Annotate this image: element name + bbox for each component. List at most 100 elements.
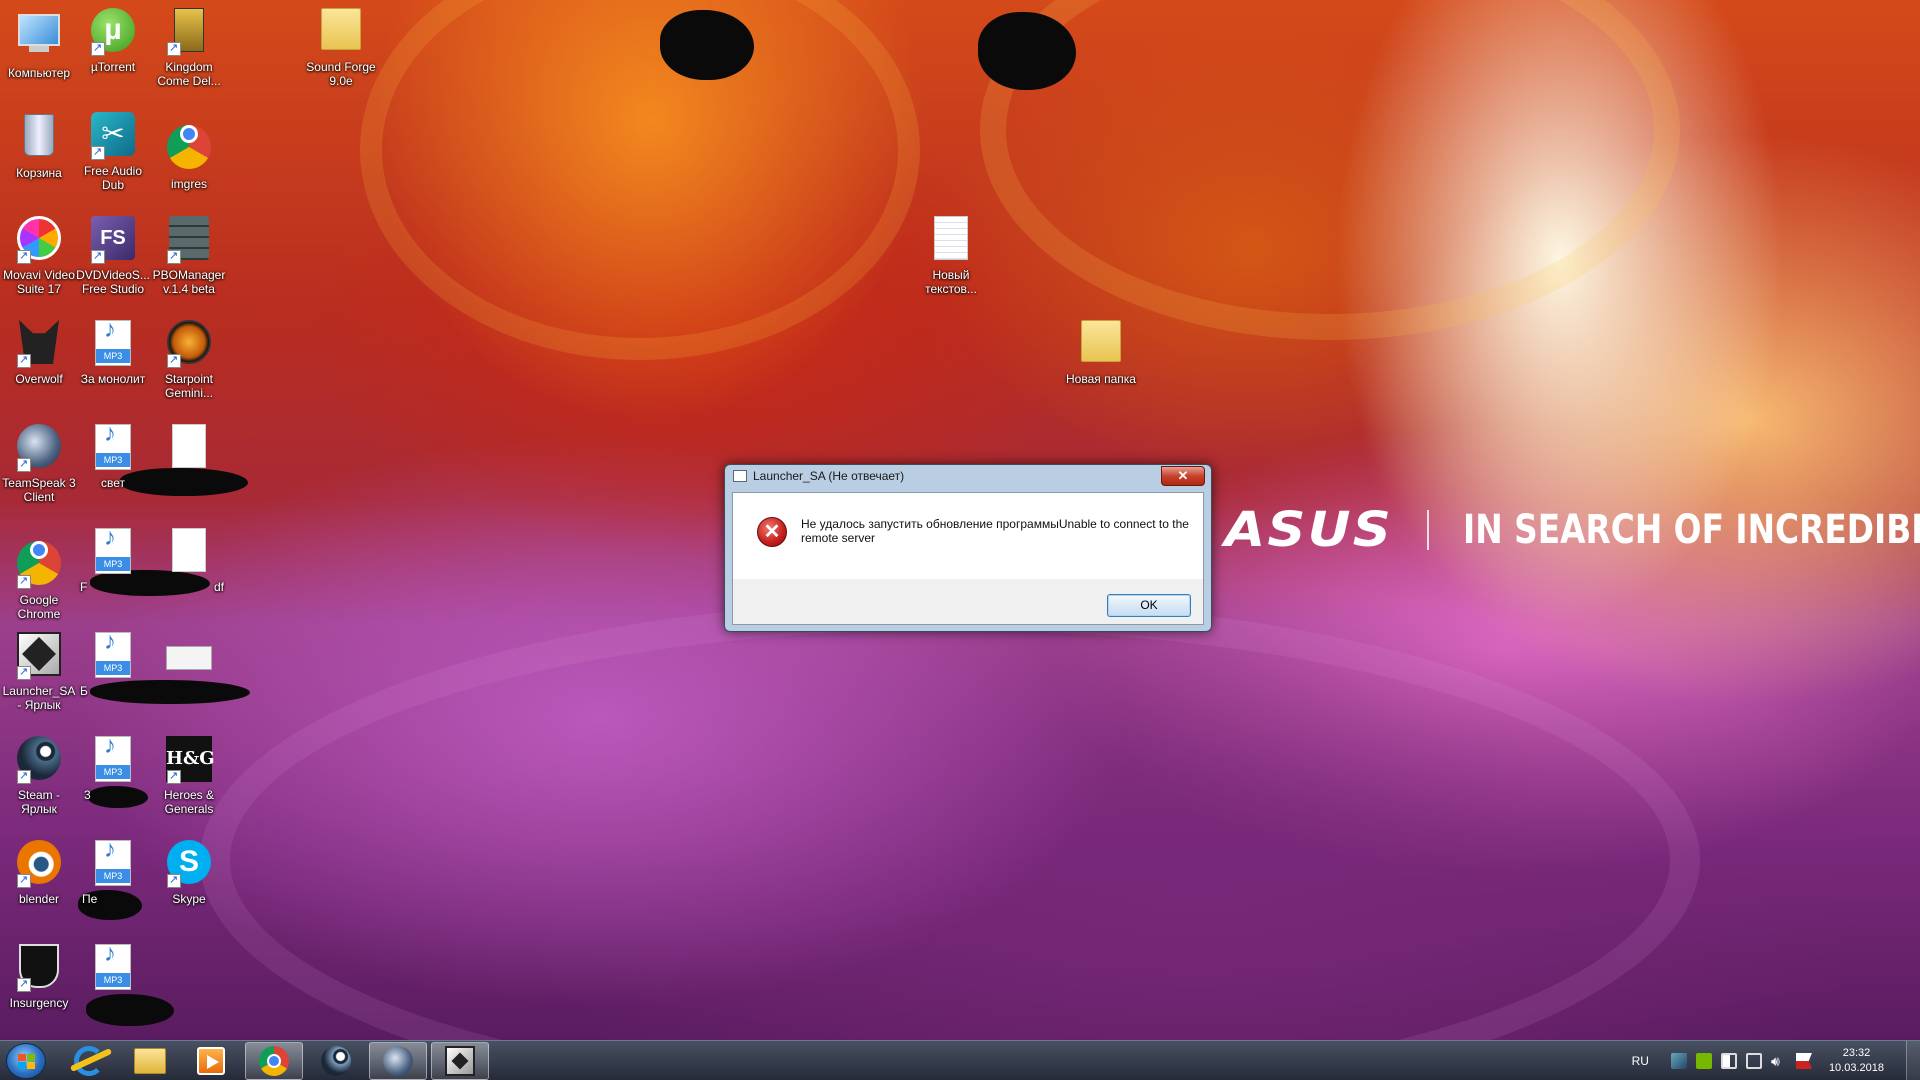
- desktop-icon-sound-forge[interactable]: Sound Forge 9.0e: [302, 8, 380, 88]
- dialog-message: Не удалось запустить обновление программ…: [801, 517, 1189, 545]
- mp3-file-icon: ♪ MP3: [89, 422, 137, 472]
- desktop-icon-mp3-file[interactable]: ♪ MP3 Б: [74, 630, 152, 698]
- action-center-flag-icon[interactable]: [1795, 1053, 1812, 1069]
- desktop-icon-skype[interactable]: S Skype: [150, 840, 228, 906]
- overwolf-icon: [15, 320, 63, 368]
- desktop-icon-imgres[interactable]: imgres: [150, 112, 228, 191]
- brand-separator: [1427, 510, 1430, 550]
- desktop-icon-free-audio-dub[interactable]: ✂ Free Audio Dub: [74, 112, 152, 192]
- taskbar-media-player[interactable]: [182, 1042, 240, 1080]
- taskbar-chrome[interactable]: [245, 1042, 303, 1080]
- document-icon: [165, 528, 213, 576]
- icon-label: Steam - Ярлык: [17, 788, 60, 816]
- icon-label: Skype: [172, 892, 206, 906]
- steam-icon: [321, 1046, 351, 1076]
- desktop-icon-computer[interactable]: Компьютер: [0, 8, 78, 80]
- folder-icon: [134, 1048, 166, 1074]
- icon-label: df: [213, 580, 224, 594]
- volume-icon[interactable]: 🔊︎: [1771, 1053, 1787, 1069]
- desktop-icon-mp3-file[interactable]: ♪ MP3 За монолит: [74, 318, 152, 387]
- desktop-icon-mp3-file[interactable]: ♪ MP3 Пе: [74, 838, 152, 906]
- desktop-icon-pdf-document[interactable]: df: [150, 528, 228, 594]
- shortcut-arrow-icon: [167, 873, 181, 888]
- clock-date: 10.03.2018: [1828, 1062, 1884, 1074]
- chrome-icon: [165, 125, 213, 173]
- clock[interactable]: 23:32 10.03.2018: [1829, 1046, 1884, 1076]
- icon-label: Overwolf: [15, 372, 63, 386]
- icon-label: blender: [18, 892, 60, 906]
- desktop-icon-file[interactable]: [150, 632, 228, 698]
- desktop-icon-blender[interactable]: blender: [0, 840, 78, 906]
- document-icon: [165, 424, 213, 472]
- chrome-icon: [259, 1046, 289, 1076]
- desktop-icon-google-chrome[interactable]: Google Chrome: [0, 528, 78, 621]
- icon-label: Heroes & Generals: [163, 788, 215, 816]
- close-button[interactable]: ✕: [1161, 466, 1205, 486]
- icon-label: Movavi Video Suite 17: [3, 268, 75, 296]
- error-dialog: Launcher_SA (Не отвечает) ✕ ✕ Не удалось…: [724, 464, 1212, 632]
- ok-button[interactable]: OK: [1107, 594, 1191, 617]
- computer-icon: [15, 14, 63, 62]
- taskbar-teamspeak[interactable]: [369, 1042, 427, 1080]
- icon-label: Корзина: [16, 166, 62, 180]
- dialog-titlebar[interactable]: Launcher_SA (Не отвечает): [733, 469, 904, 483]
- desktop-icon-heroes-generals[interactable]: H&G Heroes & Generals: [150, 736, 228, 816]
- desktop-icon-teamspeak[interactable]: TeamSpeak 3 Client: [0, 424, 78, 504]
- redaction-blot: [86, 994, 174, 1026]
- icon-label: TeamSpeak 3 Client: [2, 476, 76, 504]
- dialog-body: ✕ Не удалось запустить обновление програ…: [732, 492, 1204, 625]
- desktop-icon-pbomanager[interactable]: PBOManager v.1.4 beta: [150, 216, 228, 296]
- taskbar-internet-explorer[interactable]: [60, 1042, 118, 1080]
- teamspeak-icon: [383, 1046, 413, 1076]
- shortcut-arrow-icon: [91, 145, 105, 160]
- desktop-icon-document[interactable]: [150, 424, 228, 476]
- icon-label: свет: [100, 476, 125, 490]
- desktop-icon-utorrent[interactable]: µ µTorrent: [74, 8, 152, 74]
- show-desktop-button[interactable]: [1906, 1041, 1920, 1080]
- icon-label: Б: [80, 684, 88, 698]
- steam-icon: [15, 736, 63, 784]
- scissors-icon: ✂: [89, 112, 137, 160]
- desktop-icon-insurgency[interactable]: Insurgency: [0, 944, 78, 1010]
- desktop-icon-overwolf[interactable]: Overwolf: [0, 320, 78, 386]
- taskbar-steam[interactable]: [307, 1042, 365, 1080]
- desktop-icon-dvdvideosoft[interactable]: FS DVDVideoS... Free Studio: [74, 216, 152, 296]
- desktop-icon-movavi[interactable]: Movavi Video Suite 17: [0, 216, 78, 296]
- taskbar: RU 🔊︎ 23:32 10.03.2018: [0, 1040, 1920, 1080]
- icon-label: Google Chrome: [17, 593, 61, 621]
- wallpaper-stripe: [200, 600, 1700, 1040]
- network-icon[interactable]: [1745, 1053, 1762, 1069]
- desktop-icon-mp3-file[interactable]: ♪ MP3 F: [74, 526, 152, 594]
- taskbar-explorer[interactable]: [121, 1042, 179, 1080]
- teamspeak-icon: [15, 424, 63, 472]
- desktop-icon-recycle-bin[interactable]: Корзина: [0, 112, 78, 180]
- desktop-icon-starpoint[interactable]: Starpoint Gemini...: [150, 320, 228, 400]
- mp3-file-icon: ♪ MP3: [89, 630, 137, 680]
- desktop-icon-mp3-file[interactable]: ♪ MP3 свет: [74, 422, 152, 490]
- icon-label: Kingdom Come Del...: [157, 60, 221, 88]
- desktop-icon-steam[interactable]: Steam - Ярлык: [0, 736, 78, 816]
- launcher-sa-icon: [15, 632, 63, 680]
- shortcut-arrow-icon: [17, 457, 31, 472]
- shortcut-arrow-icon: [17, 769, 31, 784]
- desktop-icon-new-text-document[interactable]: Новый текстов...: [912, 216, 990, 296]
- mp3-file-icon: ♪ MP3: [89, 318, 137, 368]
- language-indicator[interactable]: RU: [1632, 1054, 1649, 1068]
- desktop-icon-launcher-sa[interactable]: Launcher_SA - Ярлык: [0, 632, 78, 712]
- start-button[interactable]: [6, 1043, 46, 1079]
- desktop[interactable]: Компьютер µ µTorrent Kingdom Come Del...…: [0, 0, 1920, 1040]
- desktop-icon-kingdom-come[interactable]: Kingdom Come Del...: [150, 8, 228, 88]
- shortcut-arrow-icon: [17, 665, 31, 680]
- text-document-icon: [927, 216, 975, 264]
- desktop-icon-mp3-file[interactable]: ♪ MP3: [74, 942, 152, 996]
- desktop-icon-new-folder[interactable]: Новая папка: [1062, 320, 1140, 386]
- utorrent-icon: µ: [89, 8, 137, 56]
- nvidia-icon[interactable]: [1695, 1053, 1712, 1069]
- shortcut-arrow-icon: [167, 41, 181, 56]
- mp3-file-icon: ♪ MP3: [89, 838, 137, 888]
- power-icon[interactable]: [1720, 1053, 1737, 1069]
- desktop-icon-mp3-file[interactable]: ♪ MP3 3: [74, 734, 152, 802]
- network-tools-icon[interactable]: [1670, 1053, 1687, 1069]
- starpoint-icon: [165, 320, 213, 368]
- taskbar-launcher-sa[interactable]: [431, 1042, 489, 1080]
